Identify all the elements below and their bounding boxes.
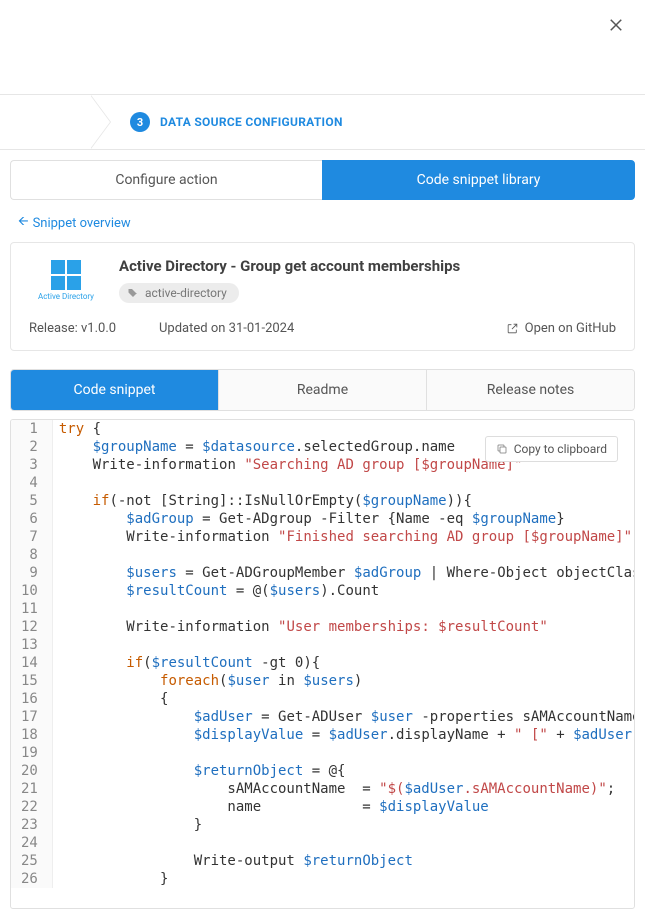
line-number: 24 <box>11 834 52 852</box>
line-number: 23 <box>11 816 52 834</box>
line-number: 19 <box>11 744 52 762</box>
line-number: 15 <box>11 672 52 690</box>
code-line[interactable]: Write-output $returnObject <box>52 852 634 870</box>
line-number: 17 <box>11 708 52 726</box>
header-spacer <box>0 0 645 95</box>
windows-icon <box>51 260 81 290</box>
tag-label: active-directory <box>145 286 227 300</box>
line-number: 22 <box>11 798 52 816</box>
wizard-step-number: 3 <box>130 112 150 132</box>
line-number: 3 <box>11 456 52 474</box>
line-number: 16 <box>11 690 52 708</box>
code-line[interactable]: foreach($user in $users) <box>52 672 634 690</box>
code-line[interactable]: $adUser = Get-ADUser $user -properties s… <box>52 708 634 726</box>
line-number: 25 <box>11 852 52 870</box>
line-number: 2 <box>11 438 52 456</box>
updated-label: Updated on 31-01-2024 <box>159 321 506 336</box>
active-directory-logo: Active Directory <box>29 257 103 303</box>
line-number: 26 <box>11 870 52 888</box>
copy-to-clipboard-button[interactable]: Copy to clipboard <box>485 436 618 462</box>
code-line[interactable]: } <box>52 816 634 834</box>
code-line[interactable]: $returnObject = @{ <box>52 762 634 780</box>
snippet-inner-tabs: Code snippet Readme Release notes <box>10 369 635 411</box>
copy-icon <box>496 443 508 455</box>
line-number: 18 <box>11 726 52 744</box>
tab-code-snippet-library[interactable]: Code snippet library <box>322 160 635 200</box>
code-line[interactable]: name = $displayValue <box>52 798 634 816</box>
code-editor: Copy to clipboard 1try {2 $groupName = $… <box>10 419 635 909</box>
line-number: 12 <box>11 618 52 636</box>
tab-code-snippet[interactable]: Code snippet <box>11 370 219 410</box>
code-line[interactable]: $adGroup = Get-ADgroup -Filter {Name -eq… <box>52 510 634 528</box>
external-link-icon <box>506 322 519 335</box>
line-number: 13 <box>11 636 52 654</box>
code-line[interactable]: sAMAccountName = "$($adUser.sAMAccountNa… <box>52 780 634 798</box>
code-line[interactable] <box>52 834 634 852</box>
line-number: 11 <box>11 600 52 618</box>
snippet-title: Active Directory - Group get account mem… <box>119 257 616 275</box>
logo-text: Active Directory <box>38 292 94 301</box>
code-line[interactable]: $displayValue = $adUser.displayName + " … <box>52 726 634 744</box>
copy-label: Copy to clipboard <box>514 442 607 456</box>
tag-pill[interactable]: active-directory <box>119 283 239 303</box>
code-scroll[interactable]: 1try {2 $groupName = $datasource.selecte… <box>11 420 634 908</box>
line-number: 21 <box>11 780 52 798</box>
wizard-step-label: DATA SOURCE CONFIGURATION <box>160 115 343 129</box>
code-line[interactable]: $users = Get-ADGroupMember $adGroup | Wh… <box>52 564 634 582</box>
line-number: 4 <box>11 474 52 492</box>
snippet-card: Active Directory Active Directory - Grou… <box>10 242 635 351</box>
tag-icon <box>127 287 139 299</box>
code-line[interactable]: } <box>52 870 634 888</box>
code-line[interactable] <box>52 546 634 564</box>
line-number: 6 <box>11 510 52 528</box>
close-icon[interactable] <box>607 16 627 36</box>
line-number: 1 <box>11 420 52 438</box>
code-line[interactable]: Write-information "User memberships: $re… <box>52 618 634 636</box>
release-label: Release: v1.0.0 <box>29 321 159 336</box>
github-link-label: Open on GitHub <box>525 321 616 336</box>
open-on-github-link[interactable]: Open on GitHub <box>506 321 616 336</box>
line-number: 5 <box>11 492 52 510</box>
line-number: 8 <box>11 546 52 564</box>
code-line[interactable] <box>52 600 634 618</box>
code-line[interactable]: if($resultCount -gt 0){ <box>52 654 634 672</box>
code-line[interactable]: { <box>52 690 634 708</box>
line-number: 10 <box>11 582 52 600</box>
code-line[interactable]: if(-not [String]::IsNullOrEmpty($groupNa… <box>52 492 634 510</box>
wizard-arrow-shape <box>90 95 110 149</box>
back-link[interactable]: 🡨 Snippet overview <box>0 200 645 242</box>
code-line[interactable]: $resultCount = @($users).Count <box>52 582 634 600</box>
wizard-bar: 3 DATA SOURCE CONFIGURATION <box>0 95 645 150</box>
back-link-label: Snippet overview <box>33 216 131 231</box>
code-line[interactable] <box>52 636 634 654</box>
line-number: 9 <box>11 564 52 582</box>
line-number: 14 <box>11 654 52 672</box>
main-tabs: Configure action Code snippet library <box>10 160 635 200</box>
code-line[interactable] <box>52 744 634 762</box>
line-number: 7 <box>11 528 52 546</box>
tab-readme[interactable]: Readme <box>219 370 427 410</box>
back-arrow-icon: 🡨 <box>18 212 29 234</box>
line-number: 20 <box>11 762 52 780</box>
code-line[interactable] <box>52 474 634 492</box>
tab-release-notes[interactable]: Release notes <box>427 370 634 410</box>
code-line[interactable]: Write-information "Finished searching AD… <box>52 528 634 546</box>
tab-configure-action[interactable]: Configure action <box>10 160 322 200</box>
